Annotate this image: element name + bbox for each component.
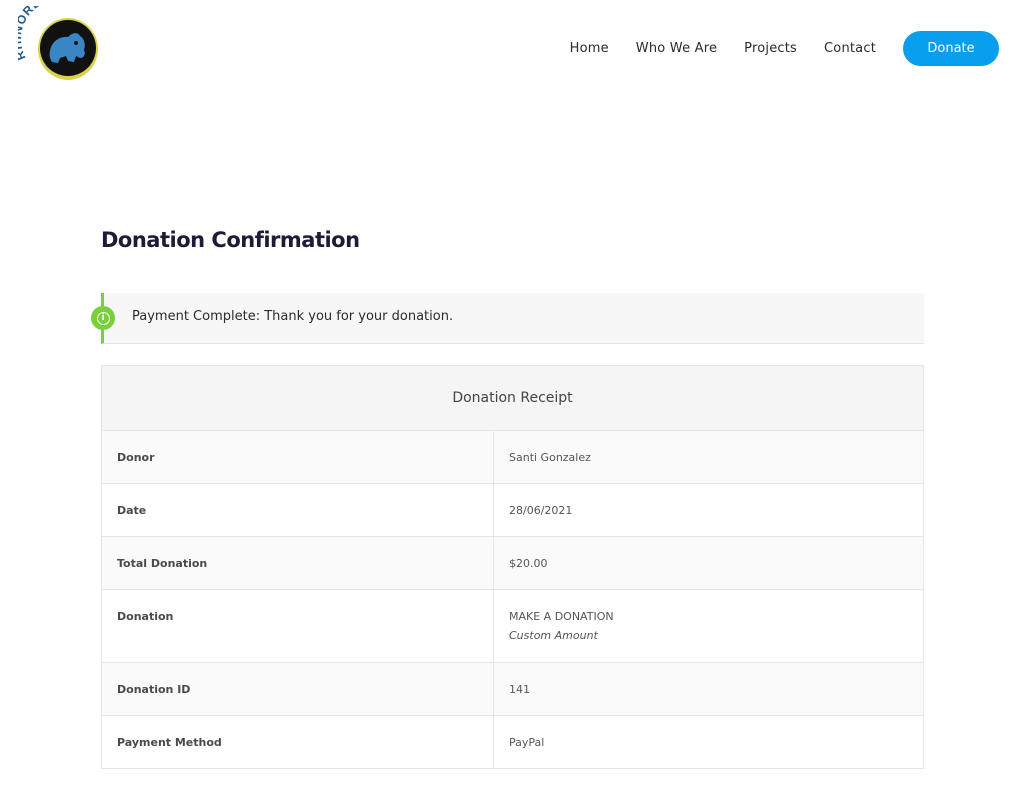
receipt-heading: Donation Receipt bbox=[101, 365, 924, 431]
page-title: Donation Confirmation bbox=[101, 228, 360, 252]
payment-method-label: Payment Method bbox=[101, 715, 494, 769]
table-row: Payment Method PayPal bbox=[101, 715, 924, 769]
nav-contact[interactable]: Contact bbox=[824, 41, 876, 56]
date-label: Date bbox=[101, 483, 494, 537]
nav-projects[interactable]: Projects bbox=[744, 41, 797, 56]
total-donation-value: $20.00 bbox=[493, 536, 924, 590]
site-logo[interactable]: RHINOREPRO bbox=[10, 0, 102, 84]
success-notice: i Payment Complete: Thank you for your d… bbox=[91, 293, 924, 344]
notice-text: Payment Complete: Thank you for your don… bbox=[132, 309, 454, 324]
donation-value: MAKE A DONATION bbox=[509, 610, 614, 623]
donation-value-cell: MAKE A DONATION Custom Amount bbox=[493, 589, 924, 663]
table-row: Date 28/06/2021 bbox=[101, 483, 924, 537]
donation-id-value: 141 bbox=[493, 662, 924, 716]
table-row: Donation ID 141 bbox=[101, 662, 924, 716]
donor-label: Donor bbox=[101, 430, 494, 484]
nav-who-we-are[interactable]: Who We Are bbox=[636, 41, 717, 56]
total-donation-label: Total Donation bbox=[101, 536, 494, 590]
info-icon: i bbox=[91, 306, 115, 330]
date-value: 28/06/2021 bbox=[493, 483, 924, 537]
payment-method-value: PayPal bbox=[493, 715, 924, 769]
donate-button[interactable]: Donate bbox=[903, 31, 999, 66]
donation-label: Donation bbox=[101, 589, 494, 663]
donation-receipt-table: Donation Receipt Donor Santi Gonzalez Da… bbox=[101, 365, 924, 769]
donor-value: Santi Gonzalez bbox=[493, 430, 924, 484]
rhino-logo-icon: RHINOREPRO bbox=[10, 0, 98, 80]
table-row: Donation MAKE A DONATION Custom Amount bbox=[101, 589, 924, 663]
table-row: Total Donation $20.00 bbox=[101, 536, 924, 590]
donation-subvalue: Custom Amount bbox=[509, 629, 598, 642]
table-row: Donor Santi Gonzalez bbox=[101, 430, 924, 484]
donation-id-label: Donation ID bbox=[101, 662, 494, 716]
nav-home[interactable]: Home bbox=[570, 41, 609, 56]
main-nav: Home Who We Are Projects Contact Donate bbox=[570, 31, 999, 66]
